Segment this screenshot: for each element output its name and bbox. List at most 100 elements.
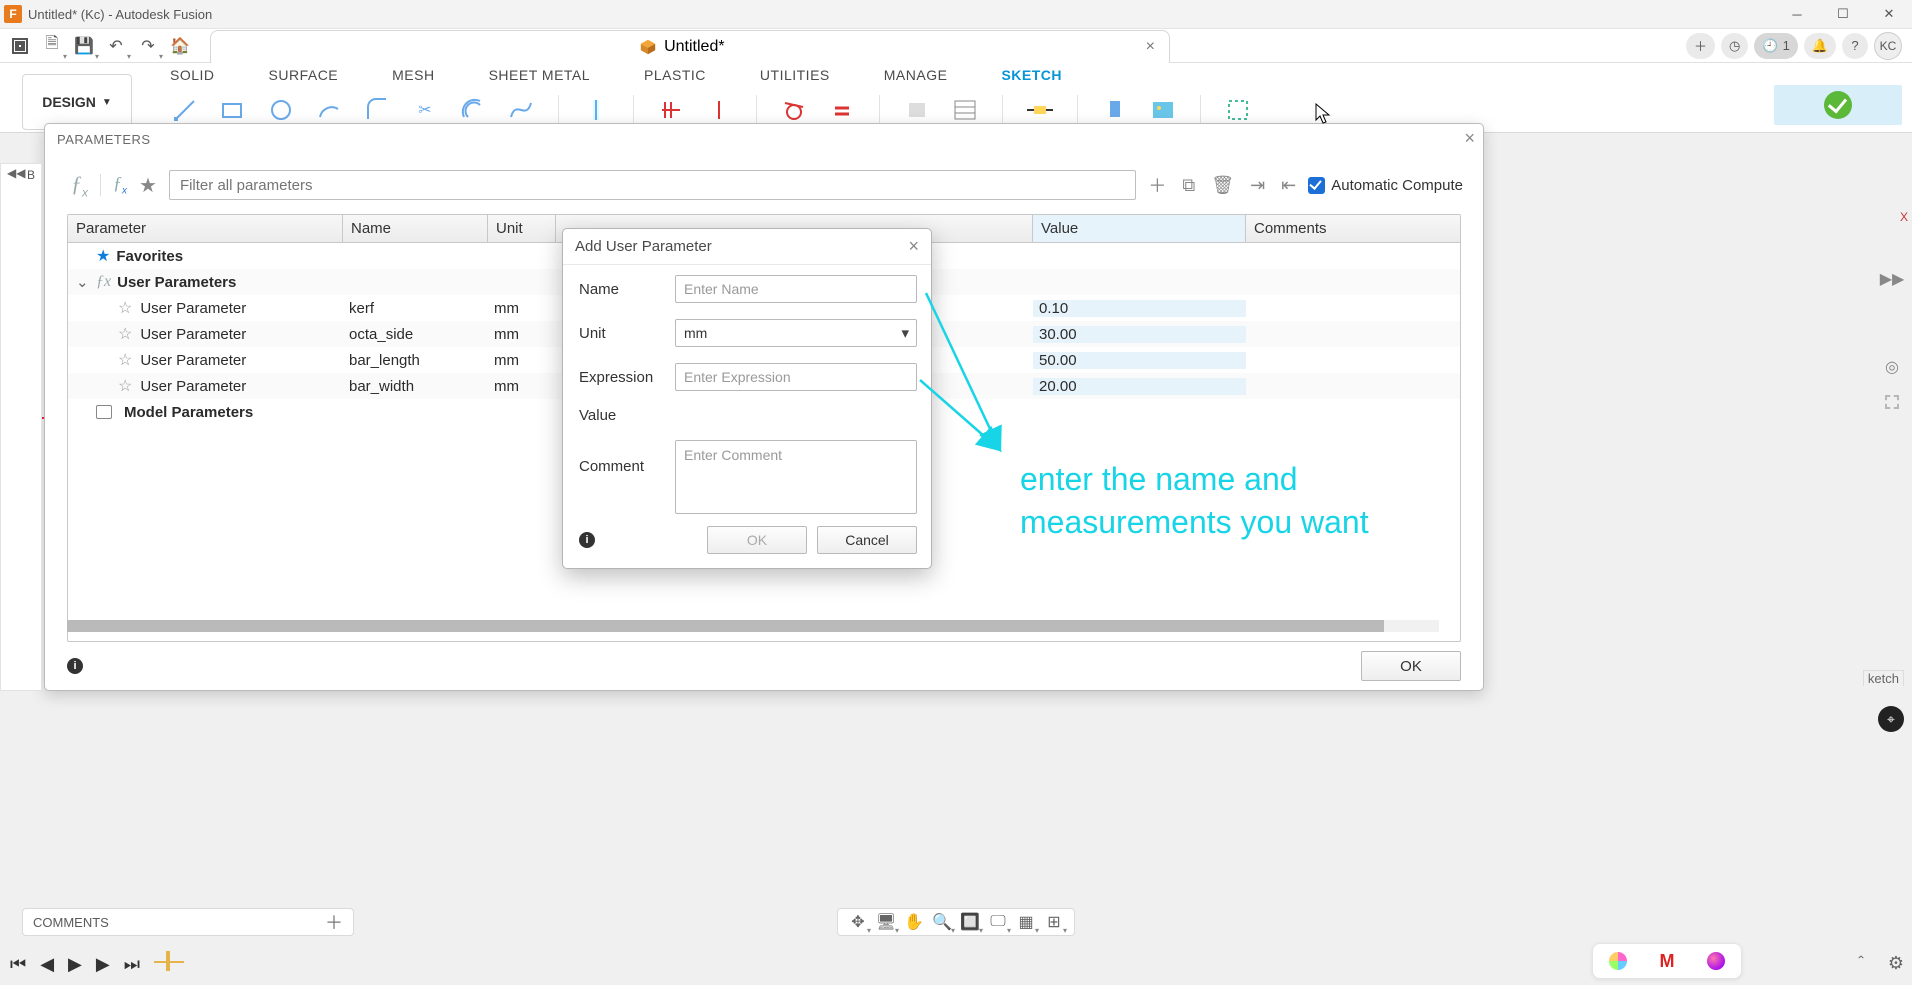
fx-user-param-icon[interactable]: ƒx	[71, 171, 88, 199]
filter-input[interactable]	[169, 170, 1136, 200]
star-outline-icon[interactable]: ☆	[118, 376, 132, 396]
tab-plastic[interactable]: PLASTIC	[644, 67, 706, 83]
show-hidden-icon[interactable]: ＾	[1852, 953, 1870, 979]
star-outline-icon[interactable]: ☆	[118, 350, 132, 370]
tab-close[interactable]: ×	[1146, 38, 1155, 56]
new-tab-button[interactable]: ＋	[1686, 33, 1715, 59]
browser-collapsed[interactable]: ◀◀ B	[0, 163, 42, 691]
document-tab[interactable]: Untitled* ×	[210, 30, 1170, 63]
collapse-icon[interactable]: ⌄	[76, 273, 90, 291]
comments-bar[interactable]: COMMENTS ＋	[22, 908, 354, 936]
star-outline-icon[interactable]: ☆	[118, 324, 132, 344]
avatar[interactable]: KC	[1874, 32, 1902, 60]
export-icon[interactable]: ⇤	[1281, 175, 1296, 196]
constraint-tool-icon[interactable]	[656, 95, 686, 125]
lookat-icon[interactable]: 🖥	[874, 910, 898, 934]
timeline-next-icon[interactable]: ▶	[96, 954, 110, 975]
spline-tool-icon[interactable]	[506, 95, 536, 125]
data-panel-button[interactable]	[6, 32, 34, 60]
tab-solid[interactable]: SOLID	[170, 67, 215, 83]
dimension-tool-icon[interactable]	[1025, 95, 1055, 125]
workspace-switcher[interactable]: DESIGN▼	[22, 74, 132, 130]
col-value[interactable]: Value	[1033, 215, 1246, 242]
nav-back-icon[interactable]: ◀◀	[7, 166, 25, 180]
window-close[interactable]: ✕	[1866, 0, 1912, 29]
comment-input[interactable]	[675, 440, 917, 514]
add-comment-icon[interactable]: ＋	[325, 909, 343, 935]
fit-icon[interactable]: 🔲	[958, 910, 982, 934]
circle-tool-icon[interactable]	[266, 95, 296, 125]
col-comments[interactable]: Comments	[1246, 215, 1460, 242]
panel-close-icon[interactable]: ×	[1464, 128, 1475, 149]
job-status[interactable]: 🕘 1	[1754, 33, 1797, 59]
select-tool-icon[interactable]	[1223, 95, 1253, 125]
zoom-icon[interactable]: 🔍	[930, 910, 954, 934]
nav-forward-icon[interactable]: ▶▶	[1880, 269, 1905, 289]
rectangle-tool-icon[interactable]	[218, 95, 248, 125]
pan-icon[interactable]: ✋	[902, 910, 926, 934]
orbit-icon[interactable]: ✥	[846, 910, 870, 934]
dialog-close-icon[interactable]: ×	[908, 236, 919, 257]
info-icon[interactable]: i	[67, 658, 83, 674]
undo-button[interactable]: ↶	[102, 32, 130, 60]
name-input[interactable]	[675, 275, 917, 303]
add-icon[interactable]: ＋	[1148, 172, 1166, 198]
fx-shared-icon[interactable]: ƒx	[113, 173, 127, 197]
viewport-icon[interactable]: ⊞	[1042, 910, 1066, 934]
import-icon[interactable]: ⇥	[1250, 175, 1265, 196]
timeline-marker[interactable]	[154, 951, 184, 977]
tab-manage[interactable]: MANAGE	[884, 67, 948, 83]
ok-button[interactable]: OK	[1361, 651, 1461, 681]
info-icon[interactable]: i	[579, 532, 595, 548]
fillet-tool-icon[interactable]	[362, 95, 392, 125]
arc-tool-icon[interactable]	[314, 95, 344, 125]
timeline-play-icon[interactable]: ▶	[68, 954, 82, 975]
dialog-cancel-button[interactable]: Cancel	[817, 526, 917, 554]
display-icon[interactable]: 🖵	[986, 910, 1010, 934]
tab-utilities[interactable]: UTILITIES	[760, 67, 830, 83]
settings-icon[interactable]: ⚙	[1888, 953, 1904, 979]
line-tool-icon[interactable]	[170, 95, 200, 125]
star-icon[interactable]: ★	[139, 173, 157, 198]
box-icon[interactable]	[1885, 395, 1899, 409]
expression-input[interactable]	[675, 363, 917, 391]
trim-tool-icon[interactable]: ✂	[410, 95, 440, 125]
col-unit[interactable]: Unit	[488, 215, 556, 242]
tab-sheetmetal[interactable]: SHEET METAL	[489, 67, 590, 83]
tab-sketch[interactable]: SKETCH	[1001, 67, 1062, 83]
tab-surface[interactable]: SURFACE	[269, 67, 339, 83]
viewcube-icon[interactable]: ⌖	[1878, 706, 1904, 732]
file-menu[interactable]: 🗎	[38, 32, 66, 60]
copilot-icon[interactable]	[1609, 952, 1627, 970]
image-tool-icon[interactable]	[1148, 95, 1178, 125]
col-name[interactable]: Name	[343, 215, 488, 242]
timeline-end-icon[interactable]: ⏭	[124, 954, 140, 975]
redo-button[interactable]: ↷	[134, 32, 162, 60]
finish-sketch-button[interactable]	[1774, 85, 1902, 125]
dialog-ok-button[interactable]: OK	[707, 526, 807, 554]
h-scrollbar[interactable]	[67, 620, 1439, 632]
save-button[interactable]: 💾	[70, 32, 98, 60]
unit-select[interactable]: mm	[675, 319, 917, 347]
target-icon[interactable]: ◎	[1885, 357, 1899, 377]
copy-icon[interactable]: ⧉	[1182, 175, 1195, 196]
notifications-button[interactable]: 🔔	[1804, 33, 1836, 59]
offset-tool-icon[interactable]	[458, 95, 488, 125]
col-parameter[interactable]: Parameter	[68, 215, 343, 242]
delete-icon[interactable]: 🗑	[1211, 175, 1234, 196]
project-tool-icon[interactable]	[581, 95, 611, 125]
window-maximize[interactable]: ☐	[1820, 0, 1866, 29]
grid-settings-icon[interactable]: ▦	[1014, 910, 1038, 934]
tangent-tool-icon[interactable]	[779, 95, 809, 125]
timeline-start-icon[interactable]: ⏮	[10, 954, 26, 975]
insert-tool-icon[interactable]	[1100, 95, 1130, 125]
home-button[interactable]: 🏠	[166, 32, 194, 60]
extensions-button[interactable]: ◷	[1721, 33, 1748, 59]
window-minimize[interactable]: ─	[1774, 0, 1820, 29]
equal-tool-icon[interactable]	[827, 95, 857, 125]
auto-compute-toggle[interactable]: Automatic Compute	[1308, 177, 1463, 194]
firefox-icon[interactable]	[1707, 952, 1725, 970]
tab-mesh[interactable]: MESH	[392, 67, 434, 83]
table-tool-icon[interactable]	[950, 95, 980, 125]
help-button[interactable]: ?	[1842, 33, 1868, 59]
